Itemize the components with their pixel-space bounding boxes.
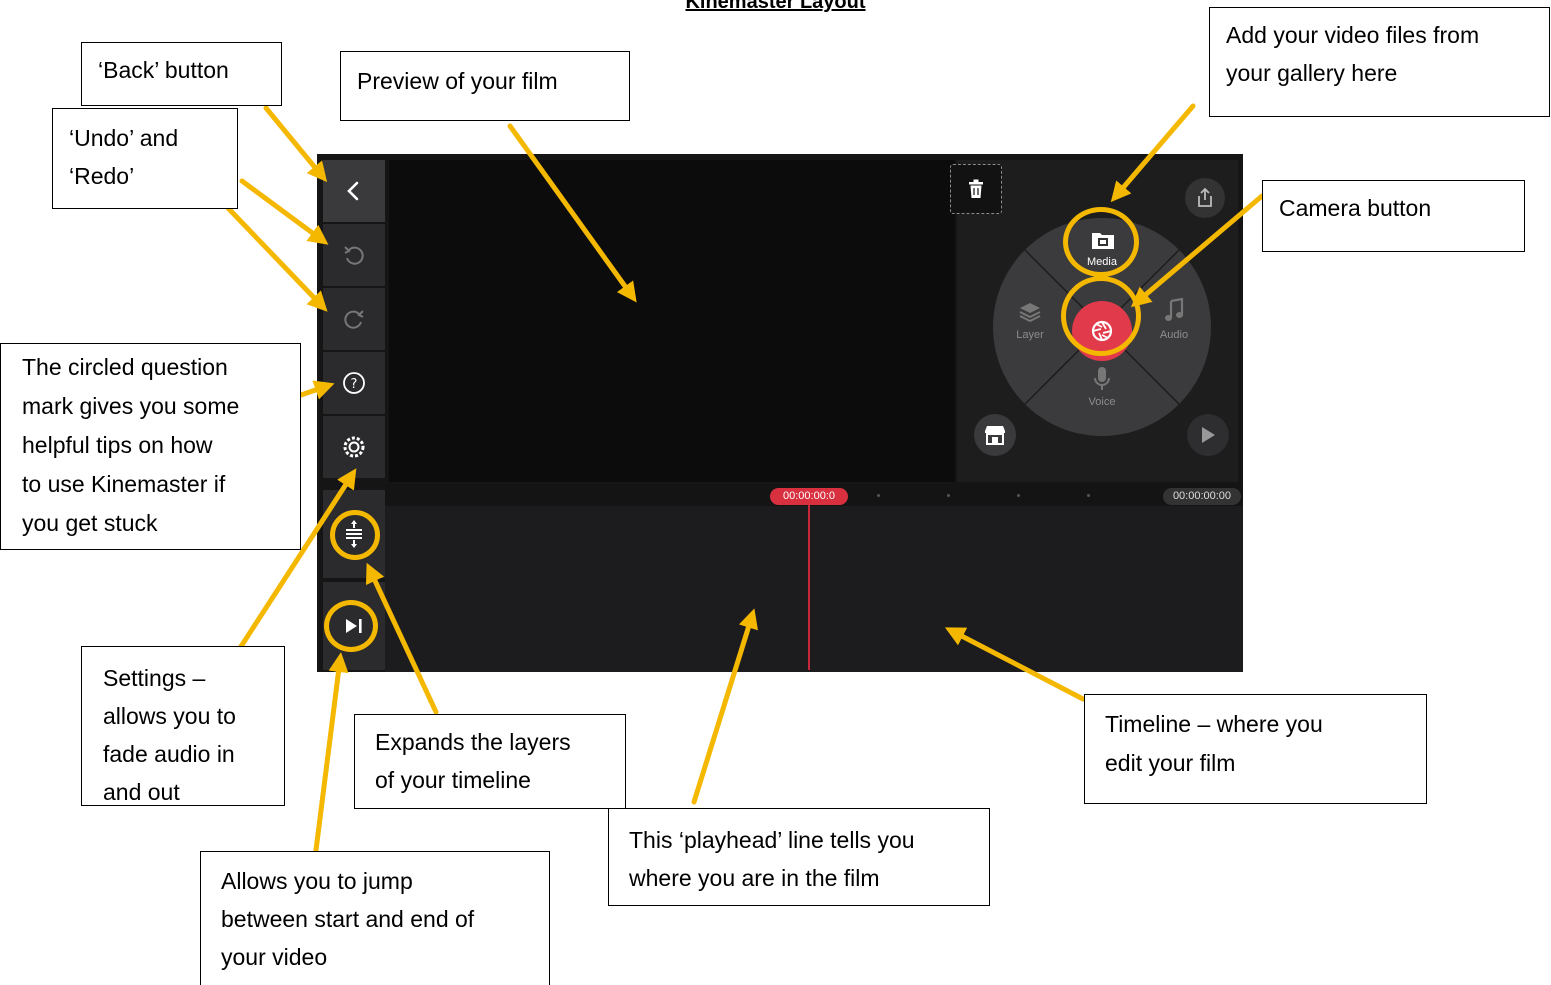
callout-help-line: you get stuck xyxy=(22,510,158,536)
callout-help-line: to use Kinemaster if xyxy=(22,471,226,497)
callout-playhead-line: where you are in the film xyxy=(629,865,880,891)
callout-playhead-line: This ‘playhead’ line tells you xyxy=(629,827,915,853)
callout-back: ‘Back’ button xyxy=(81,42,282,106)
callout-jump-line: Allows you to jump xyxy=(221,868,413,894)
callout-camera-text: Camera button xyxy=(1279,195,1432,221)
callout-help-line: mark gives you some xyxy=(22,393,240,419)
callout-media-line: your gallery here xyxy=(1226,60,1398,86)
callout-media: Add your video files from your gallery h… xyxy=(1209,7,1550,117)
callout-camera: Camera button xyxy=(1262,180,1525,252)
callout-undo-redo-line: ‘Redo’ xyxy=(69,163,135,189)
callout-settings-line: fade audio in xyxy=(103,741,235,767)
callout-timeline: Timeline – where you edit your film xyxy=(1084,694,1427,804)
callout-timeline-line: Timeline – where you xyxy=(1105,711,1323,737)
callout-undo-redo: ‘Undo’ and ‘Redo’ xyxy=(52,108,238,209)
callout-expand: Expands the layers of your timeline xyxy=(354,714,626,809)
callout-preview-text: Preview of your film xyxy=(357,68,558,94)
callout-media-line: Add your video files from xyxy=(1226,22,1480,48)
callout-settings-line: and out xyxy=(103,779,180,805)
callout-jump-line: your video xyxy=(221,944,328,970)
callout-jump: Allows you to jump between start and end… xyxy=(200,851,550,985)
callout-settings-line: Settings – xyxy=(103,665,206,691)
callout-preview: Preview of your film xyxy=(340,51,630,121)
callout-help: The circled question mark gives you some… xyxy=(0,343,301,550)
callout-jump-line: between start and end of xyxy=(221,906,475,932)
callout-timeline-line: edit your film xyxy=(1105,750,1236,776)
callout-expand-line: Expands the layers xyxy=(375,729,571,755)
callout-help-line: The circled question xyxy=(22,354,228,380)
callout-undo-redo-line: ‘Undo’ and xyxy=(69,125,179,151)
callout-back-text: ‘Back’ button xyxy=(98,57,229,83)
callout-help-line: helpful tips on how xyxy=(22,432,213,458)
callout-settings: Settings – allows you to fade audio in a… xyxy=(81,646,285,806)
callout-expand-line: of your timeline xyxy=(375,767,531,793)
callout-settings-line: allows you to xyxy=(103,703,236,729)
callout-playhead: This ‘playhead’ line tells you where you… xyxy=(608,808,990,906)
